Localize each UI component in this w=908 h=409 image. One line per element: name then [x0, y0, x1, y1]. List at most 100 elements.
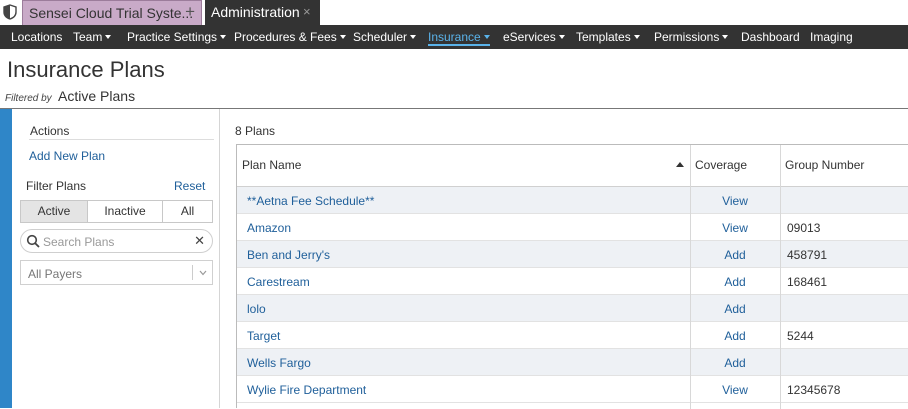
filtered-by-label: Filtered by [5, 93, 52, 104]
add-tab-icon[interactable]: + [185, 2, 195, 22]
shield-icon [3, 4, 17, 20]
menu-label: Dashboard [741, 30, 800, 44]
reset-link[interactable]: Reset [174, 179, 205, 193]
coverage-link[interactable]: Add [691, 329, 779, 343]
clear-icon[interactable]: ✕ [194, 233, 205, 249]
status-filter-toggle: Active Inactive All [20, 200, 213, 223]
menu-procedures-fees[interactable]: Procedures & Fees [234, 30, 346, 46]
coverage-link[interactable]: View [691, 383, 779, 397]
tab-label: Sensei Cloud Trial Syste... [29, 5, 194, 21]
column-header-group-number[interactable]: Group Number [785, 145, 864, 186]
caret-down-icon [558, 35, 565, 39]
segment-active[interactable]: Active [21, 201, 88, 222]
caret-down-icon [722, 35, 729, 39]
search-plans-input[interactable]: Search Plans ✕ [20, 229, 213, 253]
close-tab-icon[interactable]: × [303, 4, 311, 19]
menu-label: Practice Settings [127, 30, 218, 44]
menu-label: Team [73, 30, 103, 44]
plan-name-link[interactable]: lolo [247, 302, 266, 316]
caret-down-icon [220, 35, 227, 39]
menu-label: Permissions [654, 30, 720, 44]
table-row: Amazon View 09013 [237, 214, 908, 241]
filter-plans-heading: Filter Plans [26, 179, 87, 193]
group-number: 5244 [787, 329, 814, 343]
filter-summary: Filtered by Active Plans [5, 88, 135, 104]
table-row: Wells Fargo Add [237, 349, 908, 376]
menu-locations[interactable]: Locations [11, 30, 62, 46]
table-row: Target Add 5244 [237, 322, 908, 349]
filter-sidebar: Actions Add New Plan Filter Plans Reset … [12, 109, 220, 408]
group-number: 458791 [787, 248, 828, 262]
coverage-link[interactable]: Add [691, 275, 779, 289]
sort-ascending-icon[interactable] [676, 162, 684, 167]
caret-down-icon [410, 35, 417, 39]
caret-down-icon [339, 35, 346, 39]
menu-templates[interactable]: Templates [576, 30, 640, 46]
menu-label: Imaging [810, 30, 853, 44]
main-menu: Locations Team Practice Settings Procedu… [0, 25, 908, 49]
menu-dashboard[interactable]: Dashboard [741, 30, 800, 46]
table-row: Ben and Jerry's Add 458791 [237, 241, 908, 268]
menu-label: Insurance [428, 30, 481, 44]
menu-eservices[interactable]: eServices [503, 30, 565, 46]
plan-name-link[interactable]: Amazon [247, 221, 291, 235]
coverage-link[interactable]: View [691, 194, 779, 208]
tab-label: Administration [211, 4, 300, 20]
menu-insurance[interactable]: Insurance [428, 30, 490, 46]
menu-team[interactable]: Team [73, 30, 112, 46]
coverage-link[interactable]: Add [691, 248, 779, 262]
divider [29, 139, 214, 140]
search-icon [26, 234, 40, 248]
menu-label: Locations [11, 30, 63, 44]
group-number: 168461 [787, 275, 828, 289]
tab-strip: Sensei Cloud Trial Syste... + Administra… [0, 0, 908, 25]
menu-label: Scheduler [353, 30, 408, 44]
actions-heading: Actions [30, 124, 70, 138]
menu-imaging[interactable]: Imaging [810, 30, 853, 46]
column-header-coverage[interactable]: Coverage [695, 145, 747, 186]
group-number: 12345678 [787, 383, 841, 397]
segment-inactive[interactable]: Inactive [88, 201, 163, 222]
column-divider [780, 145, 781, 409]
plan-name-link[interactable]: Ben and Jerry's [247, 248, 330, 262]
menu-scheduler[interactable]: Scheduler [353, 30, 417, 46]
menu-label: eServices [503, 30, 556, 44]
plan-name-link[interactable]: Target [247, 329, 280, 343]
table-row: **Aetna Fee Schedule** View [237, 187, 908, 214]
segment-all[interactable]: All [163, 201, 212, 222]
menu-label: Templates [576, 30, 631, 44]
payers-value: All Payers [28, 267, 83, 281]
tab-sensei-cloud[interactable]: Sensei Cloud Trial Syste... + [22, 0, 202, 25]
plan-name-link[interactable]: Wells Fargo [247, 356, 311, 370]
menu-permissions[interactable]: Permissions [654, 30, 729, 46]
add-new-plan-link[interactable]: Add New Plan [29, 149, 105, 163]
plan-name-link[interactable]: Carestream [247, 275, 310, 289]
chevron-down-icon [199, 270, 207, 276]
column-header-plan-name[interactable]: Plan Name [242, 145, 301, 186]
column-divider [690, 145, 691, 409]
plans-count: 8 Plans [235, 124, 276, 138]
coverage-link[interactable]: View [691, 221, 779, 235]
table-row: Wylie Fire Department View 12345678 [237, 376, 908, 403]
plan-name-link[interactable]: Wylie Fire Department [247, 383, 366, 397]
caret-down-icon [633, 35, 640, 39]
tab-administration[interactable]: Administration × [205, 0, 320, 25]
select-separator [192, 265, 193, 280]
search-placeholder: Search Plans [43, 235, 115, 249]
table-header: Plan Name Coverage Group Number [237, 145, 908, 187]
caret-down-icon [483, 35, 490, 39]
plan-name-link[interactable]: **Aetna Fee Schedule** [247, 194, 374, 208]
payers-select[interactable]: All Payers [20, 260, 213, 285]
filter-value: Active Plans [58, 88, 136, 104]
table-row: lolo Add [237, 295, 908, 322]
sidebar-stripe [0, 109, 12, 408]
page-title: Insurance Plans [7, 57, 165, 82]
plans-table: Plan Name Coverage Group Number **Aetna … [236, 144, 908, 409]
coverage-link[interactable]: Add [691, 356, 779, 370]
group-number: 09013 [787, 221, 821, 235]
menu-practice-settings[interactable]: Practice Settings [127, 30, 227, 46]
caret-down-icon [105, 35, 112, 39]
coverage-link[interactable]: Add [691, 302, 779, 316]
table-row: Carestream Add 168461 [237, 268, 908, 295]
menu-label: Procedures & Fees [234, 30, 337, 44]
